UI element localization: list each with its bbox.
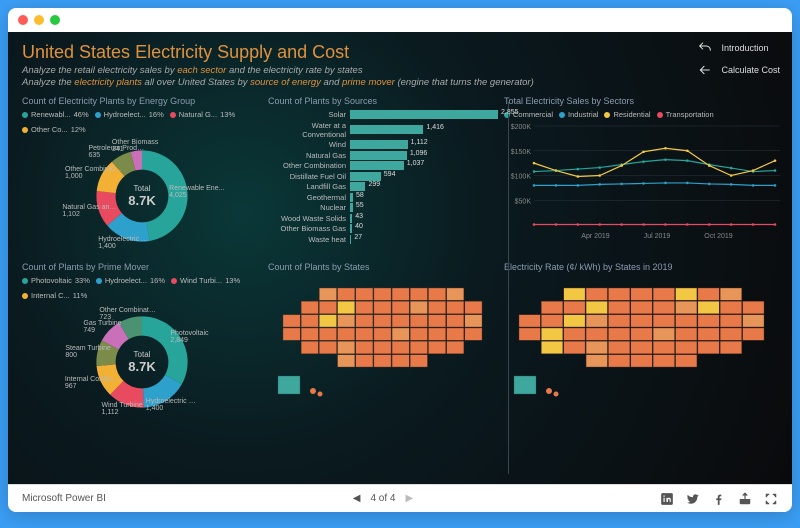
legend-prime-mover: Photovoltaic 33%Hydroelect... 16%Wind Tu… [22, 276, 262, 300]
titlebar [8, 8, 792, 32]
pager: ◀ 4 of 4 ▶ [106, 493, 660, 504]
panel-map-plants[interactable]: Count of Plants by States [268, 262, 498, 422]
svg-text:Oct 2019: Oct 2019 [704, 233, 733, 240]
footer: Microsoft Power BI ◀ 4 of 4 ▶ [8, 484, 792, 512]
top-nav: Introduction Calculate Cost [697, 40, 780, 78]
app-window: United States Electricity Supply and Cos… [8, 8, 792, 512]
page-title: United States Electricity Supply and Cos… [22, 42, 778, 63]
next-page-button[interactable]: ▶ [405, 493, 413, 504]
svg-text:$50K: $50K [515, 198, 532, 205]
close-dot[interactable] [18, 15, 28, 25]
panel-sources[interactable]: Count of Plants by Sources Solar2,855Wat… [268, 96, 498, 256]
panel-map-rate[interactable]: Electricity Rate (¢/ kWh) by States in 2… [504, 262, 780, 422]
svg-text:$100K: $100K [511, 174, 532, 181]
donut-center: Total 8.7K [128, 184, 155, 208]
nav-calculate-cost[interactable]: Calculate Cost [697, 62, 780, 78]
legend-energy-group: Renewabl... 46%Hydroelect... 16%Natural … [22, 110, 262, 134]
donut-center: Total 8.7K [128, 350, 155, 374]
us-map-plants [268, 276, 498, 406]
legend-sales: CommercialIndustrialResidentialTransport… [504, 110, 780, 119]
panel-title: Count of Plants by Sources [268, 96, 498, 106]
subtitle-1: Analyze the retail electricity sales by … [22, 65, 778, 76]
share-icon[interactable] [738, 492, 752, 506]
report-canvas: United States Electricity Supply and Cos… [8, 32, 792, 484]
report-header: United States Electricity Supply and Cos… [22, 42, 778, 88]
panel-energy-group[interactable]: Count of Electricity Plants by Energy Gr… [22, 96, 262, 256]
us-map-rate [504, 276, 780, 406]
twitter-icon[interactable] [686, 492, 700, 506]
panel-title: Count of Plants by Prime Mover [22, 262, 262, 272]
vertical-divider [508, 102, 509, 474]
svg-text:$200K: $200K [511, 124, 532, 131]
footer-brand: Microsoft Power BI [22, 493, 106, 504]
maximize-dot[interactable] [50, 15, 60, 25]
svg-text:Jul 2019: Jul 2019 [644, 233, 671, 240]
page-indicator: 4 of 4 [370, 493, 395, 504]
svg-text:$150K: $150K [511, 149, 532, 156]
facebook-icon[interactable] [712, 492, 726, 506]
panel-title: Total Electricity Sales by Sectors [504, 96, 780, 106]
svg-text:Apr 2019: Apr 2019 [581, 233, 610, 240]
panel-prime-mover[interactable]: Count of Plants by Prime Mover Photovolt… [22, 262, 262, 422]
nav-introduction[interactable]: Introduction [697, 40, 780, 56]
chart-grid: Count of Electricity Plants by Energy Gr… [22, 96, 778, 422]
line-chart: $50K $100K $150K $200K Apr 2019 Jul 2019 Oct 2… [504, 121, 780, 241]
panel-title: Count of Electricity Plants by Energy Gr… [22, 96, 262, 106]
arrow-left-icon [697, 62, 713, 78]
bar-chart: Solar2,855Water at a Conventional1,416Wi… [268, 110, 498, 244]
subtitle-2: Analyze the electricity plants all over … [22, 77, 778, 88]
undo-icon [697, 40, 713, 56]
panel-title: Electricity Rate (¢/ kWh) by States in 2… [504, 262, 780, 272]
fullscreen-icon[interactable] [764, 492, 778, 506]
panel-title: Count of Plants by States [268, 262, 498, 272]
linkedin-icon[interactable] [660, 492, 674, 506]
prev-page-button[interactable]: ◀ [353, 493, 361, 504]
minimize-dot[interactable] [34, 15, 44, 25]
panel-sales[interactable]: Total Electricity Sales by Sectors Comme… [504, 96, 780, 256]
